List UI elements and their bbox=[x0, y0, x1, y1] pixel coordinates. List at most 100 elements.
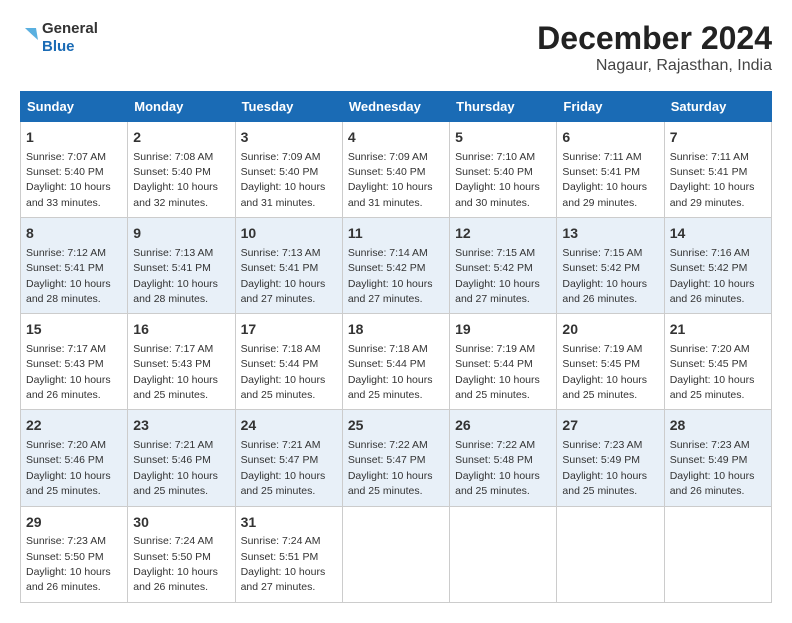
day-info: Sunrise: 7:11 AMSunset: 5:41 PMDaylight:… bbox=[670, 151, 755, 209]
week-row-3: 15 Sunrise: 7:17 AMSunset: 5:43 PMDaylig… bbox=[21, 314, 772, 410]
day-info: Sunrise: 7:12 AMSunset: 5:41 PMDaylight:… bbox=[26, 247, 111, 305]
day-number: 20 bbox=[562, 320, 658, 340]
day-info: Sunrise: 7:23 AMSunset: 5:49 PMDaylight:… bbox=[670, 439, 755, 497]
calendar-cell: 16 Sunrise: 7:17 AMSunset: 5:43 PMDaylig… bbox=[128, 314, 235, 410]
day-number: 28 bbox=[670, 416, 766, 436]
day-info: Sunrise: 7:07 AMSunset: 5:40 PMDaylight:… bbox=[26, 151, 111, 209]
logo: General Blue bbox=[20, 20, 98, 56]
day-info: Sunrise: 7:20 AMSunset: 5:45 PMDaylight:… bbox=[670, 343, 755, 401]
day-info: Sunrise: 7:13 AMSunset: 5:41 PMDaylight:… bbox=[241, 247, 326, 305]
day-info: Sunrise: 7:09 AMSunset: 5:40 PMDaylight:… bbox=[348, 151, 433, 209]
day-info: Sunrise: 7:14 AMSunset: 5:42 PMDaylight:… bbox=[348, 247, 433, 305]
calendar-cell: 8 Sunrise: 7:12 AMSunset: 5:41 PMDayligh… bbox=[21, 218, 128, 314]
day-number: 27 bbox=[562, 416, 658, 436]
calendar-cell: 18 Sunrise: 7:18 AMSunset: 5:44 PMDaylig… bbox=[342, 314, 449, 410]
day-number: 5 bbox=[455, 128, 551, 148]
column-header-sunday: Sunday bbox=[21, 92, 128, 122]
day-info: Sunrise: 7:24 AMSunset: 5:50 PMDaylight:… bbox=[133, 535, 218, 593]
day-info: Sunrise: 7:19 AMSunset: 5:45 PMDaylight:… bbox=[562, 343, 647, 401]
calendar-cell: 25 Sunrise: 7:22 AMSunset: 5:47 PMDaylig… bbox=[342, 410, 449, 506]
calendar-cell: 9 Sunrise: 7:13 AMSunset: 5:41 PMDayligh… bbox=[128, 218, 235, 314]
day-info: Sunrise: 7:08 AMSunset: 5:40 PMDaylight:… bbox=[133, 151, 218, 209]
day-info: Sunrise: 7:11 AMSunset: 5:41 PMDaylight:… bbox=[562, 151, 647, 209]
day-number: 30 bbox=[133, 513, 229, 533]
day-info: Sunrise: 7:13 AMSunset: 5:41 PMDaylight:… bbox=[133, 247, 218, 305]
day-info: Sunrise: 7:22 AMSunset: 5:47 PMDaylight:… bbox=[348, 439, 433, 497]
day-number: 2 bbox=[133, 128, 229, 148]
day-info: Sunrise: 7:20 AMSunset: 5:46 PMDaylight:… bbox=[26, 439, 111, 497]
day-info: Sunrise: 7:10 AMSunset: 5:40 PMDaylight:… bbox=[455, 151, 540, 209]
day-info: Sunrise: 7:15 AMSunset: 5:42 PMDaylight:… bbox=[562, 247, 647, 305]
day-info: Sunrise: 7:18 AMSunset: 5:44 PMDaylight:… bbox=[348, 343, 433, 401]
calendar-cell: 10 Sunrise: 7:13 AMSunset: 5:41 PMDaylig… bbox=[235, 218, 342, 314]
day-info: Sunrise: 7:23 AMSunset: 5:49 PMDaylight:… bbox=[562, 439, 647, 497]
day-info: Sunrise: 7:17 AMSunset: 5:43 PMDaylight:… bbox=[133, 343, 218, 401]
column-header-tuesday: Tuesday bbox=[235, 92, 342, 122]
week-row-1: 1 Sunrise: 7:07 AMSunset: 5:40 PMDayligh… bbox=[21, 122, 772, 218]
day-number: 22 bbox=[26, 416, 122, 436]
day-number: 4 bbox=[348, 128, 444, 148]
day-number: 18 bbox=[348, 320, 444, 340]
column-header-friday: Friday bbox=[557, 92, 664, 122]
day-info: Sunrise: 7:23 AMSunset: 5:50 PMDaylight:… bbox=[26, 535, 111, 593]
day-number: 21 bbox=[670, 320, 766, 340]
day-info: Sunrise: 7:24 AMSunset: 5:51 PMDaylight:… bbox=[241, 535, 326, 593]
week-row-4: 22 Sunrise: 7:20 AMSunset: 5:46 PMDaylig… bbox=[21, 410, 772, 506]
day-info: Sunrise: 7:15 AMSunset: 5:42 PMDaylight:… bbox=[455, 247, 540, 305]
day-number: 26 bbox=[455, 416, 551, 436]
calendar-cell: 1 Sunrise: 7:07 AMSunset: 5:40 PMDayligh… bbox=[21, 122, 128, 218]
calendar-cell: 6 Sunrise: 7:11 AMSunset: 5:41 PMDayligh… bbox=[557, 122, 664, 218]
day-number: 3 bbox=[241, 128, 337, 148]
day-info: Sunrise: 7:19 AMSunset: 5:44 PMDaylight:… bbox=[455, 343, 540, 401]
calendar-cell bbox=[557, 506, 664, 602]
page-title: December 2024 bbox=[537, 20, 772, 57]
calendar-cell: 3 Sunrise: 7:09 AMSunset: 5:40 PMDayligh… bbox=[235, 122, 342, 218]
calendar-cell: 4 Sunrise: 7:09 AMSunset: 5:40 PMDayligh… bbox=[342, 122, 449, 218]
day-number: 14 bbox=[670, 224, 766, 244]
day-info: Sunrise: 7:17 AMSunset: 5:43 PMDaylight:… bbox=[26, 343, 111, 401]
day-number: 9 bbox=[133, 224, 229, 244]
calendar-cell: 31 Sunrise: 7:24 AMSunset: 5:51 PMDaylig… bbox=[235, 506, 342, 602]
calendar-cell: 23 Sunrise: 7:21 AMSunset: 5:46 PMDaylig… bbox=[128, 410, 235, 506]
week-row-5: 29 Sunrise: 7:23 AMSunset: 5:50 PMDaylig… bbox=[21, 506, 772, 602]
day-number: 6 bbox=[562, 128, 658, 148]
calendar-cell: 11 Sunrise: 7:14 AMSunset: 5:42 PMDaylig… bbox=[342, 218, 449, 314]
column-header-wednesday: Wednesday bbox=[342, 92, 449, 122]
day-number: 24 bbox=[241, 416, 337, 436]
calendar-cell: 19 Sunrise: 7:19 AMSunset: 5:44 PMDaylig… bbox=[450, 314, 557, 410]
calendar-cell: 13 Sunrise: 7:15 AMSunset: 5:42 PMDaylig… bbox=[557, 218, 664, 314]
logo-bird-icon bbox=[20, 20, 40, 56]
calendar-cell: 26 Sunrise: 7:22 AMSunset: 5:48 PMDaylig… bbox=[450, 410, 557, 506]
calendar-cell: 17 Sunrise: 7:18 AMSunset: 5:44 PMDaylig… bbox=[235, 314, 342, 410]
calendar-cell: 30 Sunrise: 7:24 AMSunset: 5:50 PMDaylig… bbox=[128, 506, 235, 602]
calendar-cell: 29 Sunrise: 7:23 AMSunset: 5:50 PMDaylig… bbox=[21, 506, 128, 602]
calendar-cell: 28 Sunrise: 7:23 AMSunset: 5:49 PMDaylig… bbox=[664, 410, 771, 506]
page-subtitle: Nagaur, Rajasthan, India bbox=[537, 57, 772, 75]
day-number: 31 bbox=[241, 513, 337, 533]
logo-line2: Blue bbox=[42, 38, 98, 56]
day-number: 10 bbox=[241, 224, 337, 244]
day-number: 15 bbox=[26, 320, 122, 340]
calendar-cell bbox=[450, 506, 557, 602]
column-header-monday: Monday bbox=[128, 92, 235, 122]
calendar-cell bbox=[664, 506, 771, 602]
day-number: 23 bbox=[133, 416, 229, 436]
day-number: 1 bbox=[26, 128, 122, 148]
day-number: 25 bbox=[348, 416, 444, 436]
column-header-saturday: Saturday bbox=[664, 92, 771, 122]
calendar-cell: 12 Sunrise: 7:15 AMSunset: 5:42 PMDaylig… bbox=[450, 218, 557, 314]
day-number: 8 bbox=[26, 224, 122, 244]
logo-text-block: General Blue bbox=[20, 20, 98, 56]
calendar-cell: 27 Sunrise: 7:23 AMSunset: 5:49 PMDaylig… bbox=[557, 410, 664, 506]
day-number: 13 bbox=[562, 224, 658, 244]
calendar-cell: 15 Sunrise: 7:17 AMSunset: 5:43 PMDaylig… bbox=[21, 314, 128, 410]
day-number: 29 bbox=[26, 513, 122, 533]
day-info: Sunrise: 7:16 AMSunset: 5:42 PMDaylight:… bbox=[670, 247, 755, 305]
day-number: 12 bbox=[455, 224, 551, 244]
day-number: 17 bbox=[241, 320, 337, 340]
day-number: 7 bbox=[670, 128, 766, 148]
day-number: 19 bbox=[455, 320, 551, 340]
day-info: Sunrise: 7:22 AMSunset: 5:48 PMDaylight:… bbox=[455, 439, 540, 497]
calendar-header-row: SundayMondayTuesdayWednesdayThursdayFrid… bbox=[21, 92, 772, 122]
day-info: Sunrise: 7:21 AMSunset: 5:47 PMDaylight:… bbox=[241, 439, 326, 497]
